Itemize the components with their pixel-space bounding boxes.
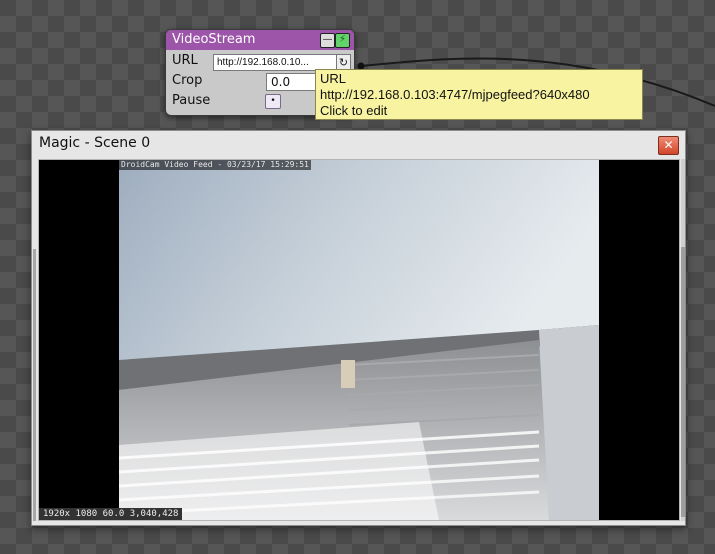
- refresh-icon: ↻: [338, 56, 349, 69]
- scene-viewport[interactable]: DroidCam Video Feed - 03/23/17 15:29:51 …: [38, 159, 680, 521]
- scene-window[interactable]: Magic - Scene 0 ✕ DroidCam Video Feed - …: [31, 130, 686, 526]
- scrollbar-thumb[interactable]: [681, 247, 685, 517]
- url-label: URL: [172, 53, 198, 68]
- pause-label: Pause: [172, 93, 211, 108]
- close-icon: ✕: [663, 138, 674, 152]
- pause-toggle[interactable]: •: [265, 94, 281, 109]
- dot-icon: •: [270, 96, 276, 106]
- video-feed-image: [119, 160, 599, 520]
- crop-label: Crop: [172, 73, 203, 88]
- node-title: VideoStream: [172, 32, 256, 47]
- node-header[interactable]: VideoStream — ⚡: [166, 30, 354, 50]
- tooltip-hint: Click to edit: [320, 103, 388, 118]
- activate-button[interactable]: ⚡: [335, 33, 350, 48]
- crop-field[interactable]: 0.0: [266, 73, 320, 91]
- tooltip-title: URL: [320, 71, 347, 86]
- url-tooltip: URL http://192.168.0.103:4747/mjpegfeed?…: [315, 69, 643, 120]
- feed-status-text: 1920x 1080 60.0 3,040,428: [39, 508, 183, 520]
- right-scrollbar[interactable]: [681, 159, 685, 521]
- left-scrollbar[interactable]: [33, 249, 36, 521]
- minus-icon: —: [322, 34, 333, 45]
- feed-header-text: DroidCam Video Feed - 03/23/17 15:29:51: [119, 160, 311, 170]
- tooltip-url: http://192.168.0.103:4747/mjpegfeed?640x…: [320, 87, 590, 102]
- close-button[interactable]: ✕: [658, 136, 679, 155]
- minimize-button[interactable]: —: [320, 33, 335, 48]
- window-title: Magic - Scene 0: [39, 135, 151, 151]
- lightning-icon: ⚡: [338, 34, 347, 45]
